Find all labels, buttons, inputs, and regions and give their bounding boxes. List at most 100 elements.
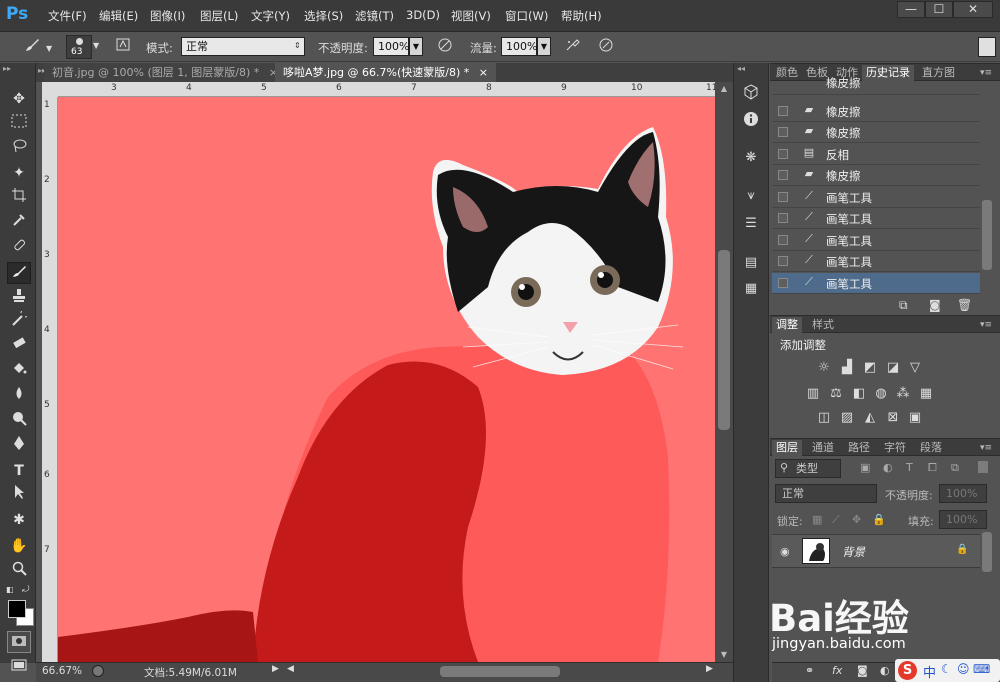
brush-tool-icon[interactable]: [22, 36, 42, 56]
move-tool-icon[interactable]: ✥: [7, 88, 31, 110]
lock-pixels-icon[interactable]: ⟋: [832, 513, 840, 527]
workspace-switcher-button[interactable]: [978, 37, 996, 57]
history-item[interactable]: ⟋ 画笔工具: [772, 230, 980, 251]
lock-all-icon[interactable]: 🔒: [872, 513, 886, 526]
tab-paragraph[interactable]: 段落: [916, 440, 946, 456]
new-snapshot-icon[interactable]: ◙: [929, 298, 941, 312]
foreground-color-swatch[interactable]: [8, 600, 26, 618]
tab-doc-doraemon[interactable]: 哆啦A梦.jpg @ 66.7%(快速蒙版/8) * ×: [275, 63, 496, 82]
clone-source-panel-icon[interactable]: ▦: [741, 279, 761, 299]
channel-mixer-icon[interactable]: ⁂: [894, 386, 912, 402]
new-adjustment-layer-icon[interactable]: ◐: [880, 664, 890, 677]
screen-mode-icon[interactable]: [7, 657, 31, 679]
menu-view[interactable]: 视图(V): [451, 8, 491, 24]
color-balance-icon[interactable]: ⚖: [827, 386, 845, 402]
menu-window[interactable]: 窗口(W): [505, 8, 548, 24]
healing-brush-tool-icon[interactable]: [7, 237, 31, 259]
filter-adjustment-icon[interactable]: ◐: [883, 461, 893, 474]
tab-layers[interactable]: 图层: [772, 440, 802, 456]
moon-icon[interactable]: ☾: [941, 662, 952, 676]
menu-type[interactable]: 文字(Y): [251, 8, 290, 24]
navigator-panel-icon[interactable]: ❋: [741, 148, 761, 168]
filter-pixel-icon[interactable]: ▣: [860, 461, 870, 474]
brush-tool-active-icon[interactable]: [7, 262, 31, 284]
crop-tool-icon[interactable]: [7, 187, 31, 209]
gradient-map-icon[interactable]: ⊠: [884, 410, 902, 426]
hand-tool-icon[interactable]: ✋: [7, 535, 31, 557]
toolbar-collapse-icon[interactable]: ▸▸: [3, 64, 11, 73]
notes-panel-icon[interactable]: ▤: [741, 253, 761, 273]
hue-saturation-icon[interactable]: ▥: [804, 386, 822, 402]
lasso-tool-icon[interactable]: [7, 138, 31, 160]
history-snapshot-checkbox[interactable]: [778, 149, 788, 159]
history-panel-menu-icon[interactable]: ▾≡: [976, 65, 996, 81]
horizontal-scroll-thumb[interactable]: [440, 666, 560, 677]
brush-panel-toggle-icon[interactable]: [113, 36, 133, 56]
menu-3d[interactable]: 3D(D): [406, 8, 440, 22]
history-snapshot-checkbox[interactable]: [778, 256, 788, 266]
brightness-contrast-icon[interactable]: ☼: [815, 360, 833, 376]
close-button[interactable]: ✕: [953, 1, 993, 18]
info-panel-icon[interactable]: [741, 111, 761, 131]
layer-style-icon[interactable]: fx: [832, 664, 842, 677]
blend-mode-select[interactable]: 正常: [775, 484, 877, 503]
zoom-level[interactable]: 66.67%: [42, 665, 84, 680]
menu-image[interactable]: 图像(I): [150, 8, 185, 24]
delete-state-icon[interactable]: 🗑: [957, 298, 972, 312]
paint-bucket-tool-icon[interactable]: [7, 360, 31, 382]
status-info-icon[interactable]: [92, 665, 104, 677]
shape-tool-icon[interactable]: ✱: [7, 509, 31, 531]
history-snapshot-checkbox[interactable]: [778, 127, 788, 137]
sogou-logo-icon[interactable]: S: [898, 661, 917, 680]
history-item[interactable]: ▰ 橡皮擦: [772, 165, 980, 186]
scroll-down-icon[interactable]: ▼: [717, 650, 731, 660]
brush-preset-picker[interactable]: 63: [66, 35, 92, 59]
history-item-selected[interactable]: ⟋ 画笔工具: [772, 273, 980, 294]
flow-input[interactable]: 100%: [501, 37, 537, 56]
clone-stamp-tool-icon[interactable]: [7, 287, 31, 309]
history-snapshot-checkbox[interactable]: [778, 213, 788, 223]
dodge-tool-icon[interactable]: [7, 410, 31, 432]
curves-icon[interactable]: ◩: [861, 360, 879, 376]
tab-channels[interactable]: 通道: [808, 440, 838, 456]
filter-toggle-switch[interactable]: [978, 461, 988, 473]
tab-color[interactable]: 颜色: [772, 65, 802, 81]
levels-icon[interactable]: ▟: [838, 360, 856, 376]
fill-input[interactable]: 100%: [939, 510, 987, 529]
tab-histogram[interactable]: 直方图: [918, 65, 959, 81]
vibrance-icon[interactable]: ▽: [906, 360, 924, 376]
tool-presets-panel-icon[interactable]: ☰: [741, 214, 761, 234]
eraser-tool-icon[interactable]: [7, 335, 31, 357]
zoom-tool-icon[interactable]: [7, 560, 31, 582]
airbrush-icon[interactable]: [563, 36, 583, 56]
quick-mask-icon[interactable]: [7, 631, 31, 653]
layer-row-background[interactable]: ◉ 背景 🔒: [772, 534, 980, 568]
new-document-from-state-icon[interactable]: ⧉: [899, 298, 908, 313]
photo-filter-icon[interactable]: ◍: [872, 386, 890, 402]
path-selection-tool-icon[interactable]: [7, 484, 31, 506]
lock-transparent-icon[interactable]: ▦: [812, 513, 822, 526]
swap-colors-icon[interactable]: ⤾: [22, 585, 30, 595]
tab-adjustments[interactable]: 调整: [772, 317, 802, 333]
magic-wand-tool-icon[interactable]: ✦: [7, 162, 31, 184]
ime-toolbar[interactable]: S 中 ☾ ☺ ⌨: [895, 659, 1000, 682]
black-white-icon[interactable]: ◧: [850, 386, 868, 402]
history-item[interactable]: ▰ 橡皮擦: [772, 122, 980, 143]
tab-close-icon[interactable]: ×: [479, 66, 488, 79]
pressure-size-icon[interactable]: [596, 36, 616, 56]
selective-color-icon[interactable]: ▣: [906, 410, 924, 426]
history-snapshot-checkbox[interactable]: [778, 278, 788, 288]
history-item[interactable]: ⟋ 画笔工具: [772, 187, 980, 208]
brush-preset-chevron-icon[interactable]: ▼: [93, 36, 103, 56]
filter-smart-object-icon[interactable]: ⧉: [951, 461, 959, 475]
keyboard-icon[interactable]: ⌨: [973, 662, 990, 676]
brush-presets-panel-icon[interactable]: ⩛: [741, 186, 761, 206]
scroll-up-icon[interactable]: ▲: [717, 84, 731, 94]
posterize-icon[interactable]: ▨: [838, 410, 856, 426]
add-mask-icon[interactable]: ◙: [857, 664, 868, 677]
invert-adjustment-icon[interactable]: ◫: [815, 410, 833, 426]
menu-select[interactable]: 选择(S): [304, 8, 343, 24]
history-snapshot-checkbox[interactable]: [778, 170, 788, 180]
tab-paths[interactable]: 路径: [844, 440, 874, 456]
tool-preset-chevron-icon[interactable]: ▼: [46, 44, 52, 53]
